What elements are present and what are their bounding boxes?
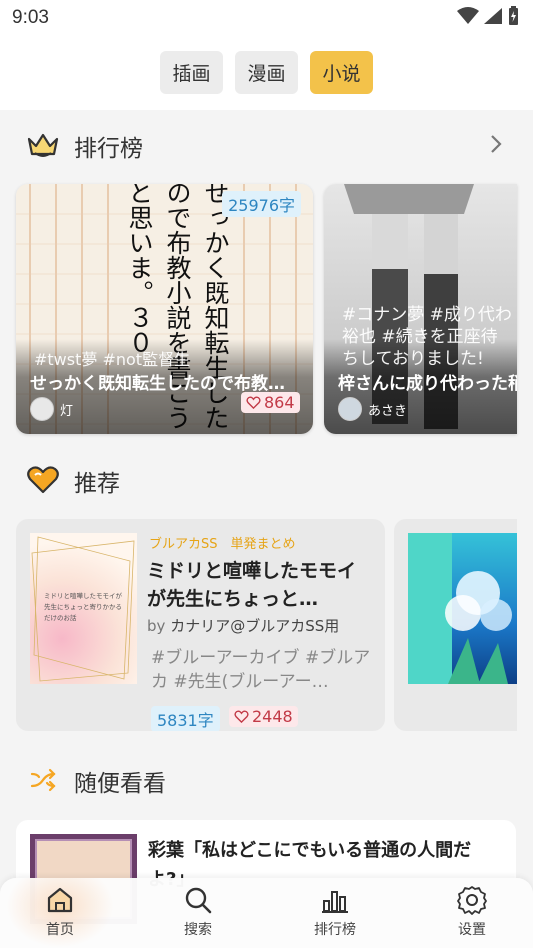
card-author: あさき [338, 397, 407, 421]
nav-home-label: 首页 [46, 922, 74, 938]
card-tags: #twst夢 #not監督生 [34, 350, 191, 369]
card-author: 灯 [30, 397, 73, 421]
cover-text: ミドリと喧嘩したモモイが先生にちょっと寄りかかるだけのお話 [44, 592, 122, 622]
tab-illustration[interactable]: 插画 [160, 51, 223, 94]
heart-outline-icon [234, 710, 249, 723]
heart-outline-icon [246, 396, 261, 409]
signal-icon [484, 8, 502, 24]
nav-settings-label: 设置 [458, 922, 486, 938]
nav-settings[interactable]: 设置 [422, 878, 522, 948]
avatar [338, 397, 362, 421]
nav-ranking-label: 排行榜 [314, 922, 356, 938]
nav-ranking[interactable]: 排行榜 [285, 878, 385, 948]
nav-search-label: 搜索 [184, 922, 212, 938]
char-count-badge: 25976字 [222, 191, 301, 217]
recommend-tags: #ブルーアーカイブ #ブルアカ #先生(ブルーアー… [151, 648, 371, 692]
search-icon [185, 887, 212, 914]
ranking-card[interactable]: せっかく既知転生したので布教小説を書こうと思いま。３０ 25976字 #twst… [16, 184, 313, 434]
like-count: 2448 [252, 707, 293, 726]
card-title: せっかく既知転生したので布教… [30, 374, 285, 394]
shuffle-icon [30, 768, 56, 792]
card-tags: #コナン夢 #成り代わ 裕也 #続きを正座待 ちしておりました! [342, 305, 512, 369]
recommend-cover [408, 533, 517, 684]
bottom-nav: 首页 搜索 排行榜 设置 [0, 878, 533, 948]
nav-home[interactable]: 首页 [10, 878, 110, 948]
recommend-card[interactable] [394, 519, 517, 731]
recommend-title-text: ミドリと喧嘩したモモイが先生にちょっと… [147, 560, 357, 610]
tab-manga[interactable]: 漫画 [235, 51, 298, 94]
battery-icon [509, 6, 518, 25]
recommend-title: 推荐 [74, 471, 120, 497]
nav-search[interactable]: 搜索 [148, 878, 248, 948]
author-name: 灯 [60, 403, 74, 419]
ranking-card[interactable]: #コナン夢 #成り代わ 裕也 #続きを正座待 ちしておりました! 梓さんに成り代… [324, 184, 517, 434]
home-icon [47, 887, 73, 913]
recommend-category: ブルアカSS 単発まとめ [149, 537, 296, 552]
ranking-header[interactable]: 排行榜 [0, 115, 533, 175]
like-count-badge: 864 [241, 392, 300, 413]
like-count-badge: 2448 [229, 706, 298, 727]
like-count: 864 [264, 393, 295, 412]
recommend-cover: ミドリと喧嘩したモモイが先生にちょっと寄りかかるだけのお話 [30, 533, 137, 684]
status-bar: 9:03 [0, 0, 533, 36]
random-header: 随便看看 [0, 750, 533, 810]
wifi-icon [457, 7, 479, 24]
random-title: 随便看看 [74, 771, 166, 797]
author-name: あさき [368, 403, 408, 419]
status-icons [457, 6, 519, 26]
chevron-right-icon[interactable] [489, 133, 503, 155]
bar-chart-icon [322, 891, 348, 913]
ranking-title: 排行榜 [74, 136, 143, 162]
recommend-author: by カナリア@ブルアカSS用 [147, 617, 340, 635]
char-count-badge: 5831字 [151, 706, 220, 731]
heart-icon [27, 466, 59, 494]
category-tabs: 插画 漫画 小说 [0, 36, 533, 110]
status-time: 9:03 [12, 7, 49, 28]
card-title: 梓さんに成り代わった稍 [338, 374, 517, 394]
recommend-card[interactable]: ミドリと喧嘩したモモイが先生にちょっと寄りかかるだけのお話 ブルアカSS 単発ま… [16, 519, 385, 731]
avatar [30, 397, 54, 421]
crown-icon [27, 133, 59, 157]
recommend-header: 推荐 [0, 450, 533, 510]
gear-icon [457, 886, 487, 915]
tab-novel[interactable]: 小说 [310, 51, 373, 94]
